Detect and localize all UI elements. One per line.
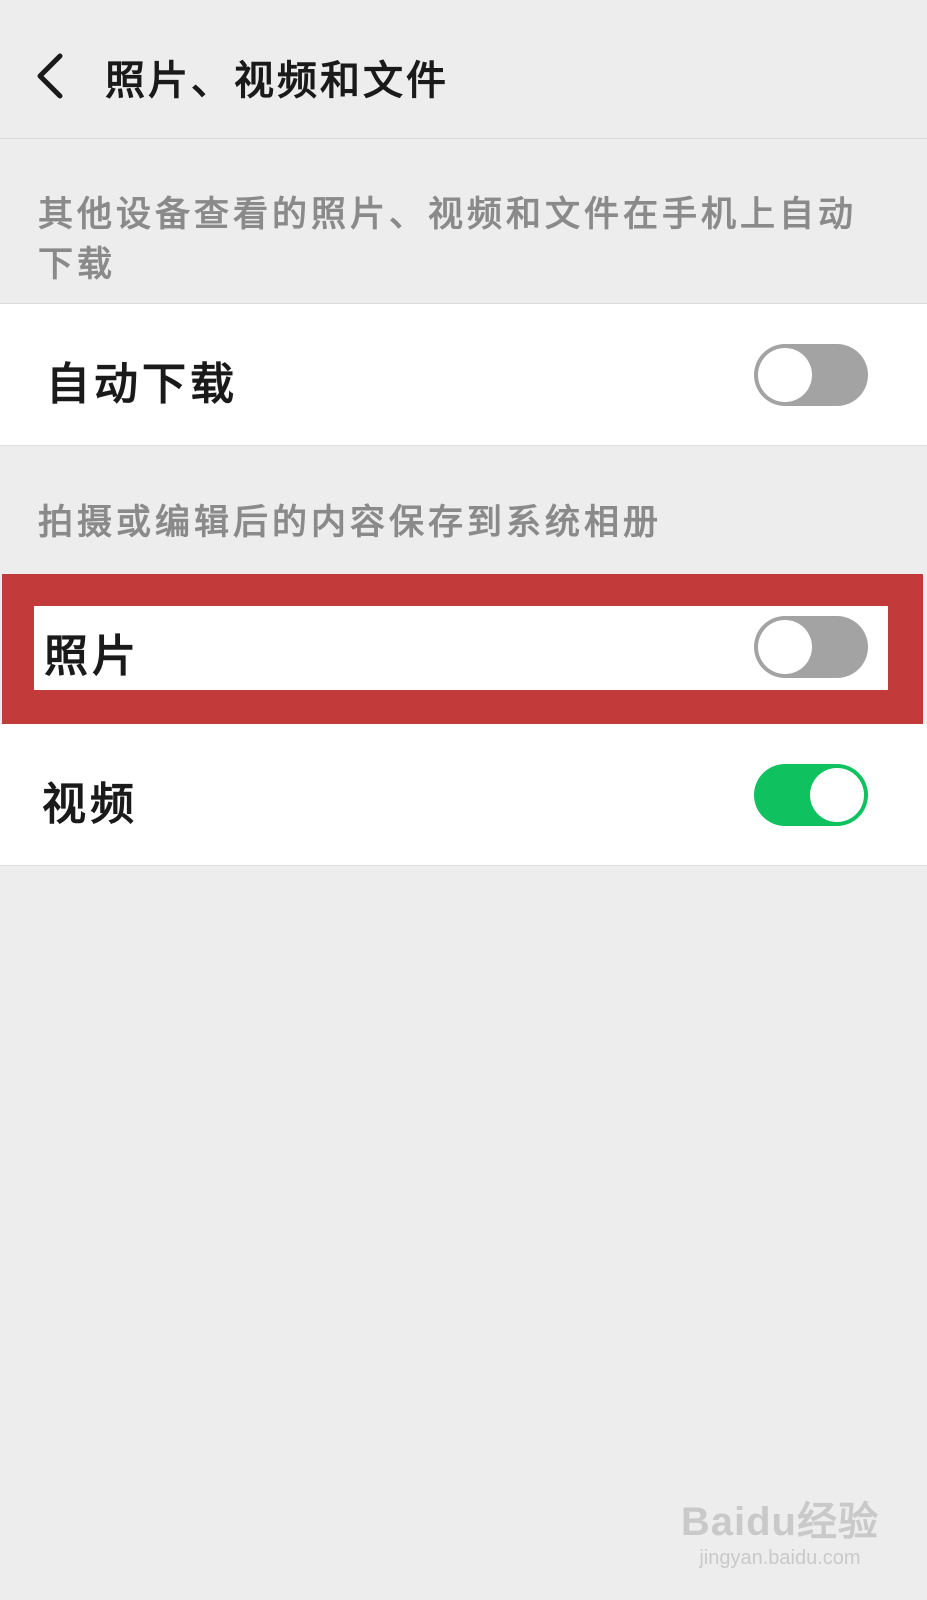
top-bar: 照片、视频和文件	[0, 0, 927, 139]
setting-label-videos: 视频	[42, 779, 138, 830]
setting-label-auto-download: 自动下载	[46, 359, 238, 410]
setting-row-videos: 视频	[0, 724, 927, 865]
setting-row-auto-download: 自动下载	[0, 304, 927, 445]
photos-toggle[interactable]	[754, 616, 868, 678]
back-button[interactable]	[30, 52, 74, 100]
divider	[0, 865, 927, 866]
section-description-auto-download: 其他设备查看的照片、视频和文件在手机上自动下载	[38, 194, 858, 285]
watermark-url: jingyan.baidu.com	[699, 1547, 861, 1569]
toggle-knob	[810, 768, 864, 822]
auto-download-toggle[interactable]	[754, 344, 868, 406]
divider	[0, 445, 927, 446]
toggle-knob	[758, 348, 812, 402]
page-title: 照片、视频和文件	[105, 57, 449, 104]
chevron-left-icon	[37, 53, 63, 99]
watermark: Baidu经验 jingyan.baidu.com	[681, 1489, 879, 1570]
watermark-logo: Baidu经验	[680, 1500, 879, 1544]
videos-toggle[interactable]	[754, 764, 868, 826]
toggle-knob	[758, 620, 812, 674]
setting-row-photos: 照片	[34, 606, 888, 690]
section-description-save-to-album: 拍摄或编辑后的内容保存到系统相册	[38, 502, 663, 543]
setting-label-photos: 照片	[44, 631, 140, 682]
